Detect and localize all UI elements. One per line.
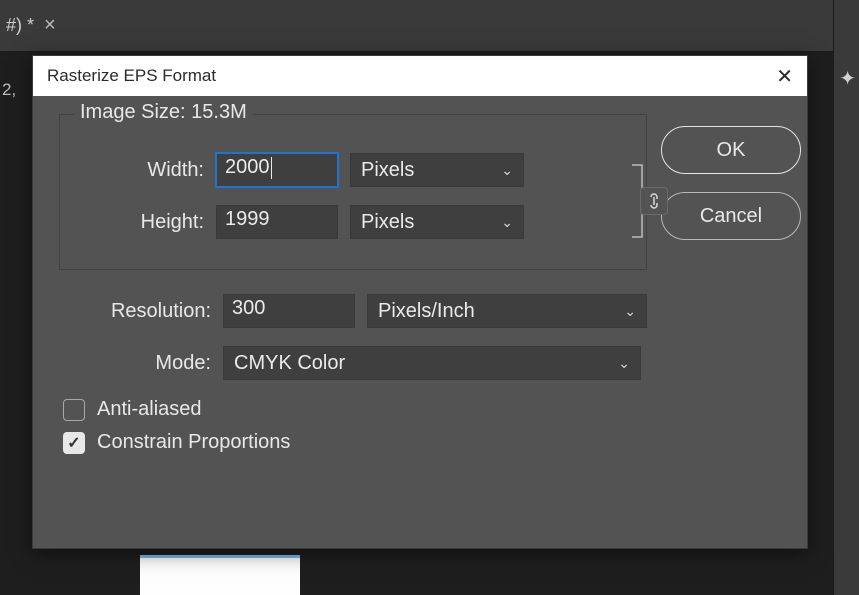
height-label: Height: — [78, 211, 204, 234]
mode-label: Mode: — [59, 352, 211, 375]
close-icon[interactable]: ✕ — [757, 64, 793, 89]
cancel-button[interactable]: Cancel — [661, 192, 801, 240]
canvas-fragment — [140, 555, 300, 595]
mode-select[interactable]: CMYK Color ⌄ — [223, 346, 641, 380]
resolution-label: Resolution: — [59, 300, 211, 323]
rasterize-dialog: Rasterize EPS Format ✕ Image Size: 15.3M… — [32, 55, 808, 549]
check-icon: ✓ — [67, 433, 80, 453]
image-size-group: Image Size: 15.3M Width: 2000 Pixels ⌄ H… — [59, 114, 647, 270]
resolution-input[interactable]: 300 — [223, 294, 355, 328]
width-unit-select[interactable]: Pixels ⌄ — [350, 153, 524, 187]
sparkle-icon[interactable]: ✦ — [839, 66, 856, 91]
resolution-unit-select[interactable]: Pixels/Inch ⌄ — [367, 294, 647, 328]
width-input[interactable]: 2000 — [216, 153, 338, 187]
right-toolbar: ✦ — [833, 0, 859, 595]
height-input[interactable]: 1999 — [216, 205, 338, 239]
constrain-checkbox-row[interactable]: ✓ Constrain Proportions — [63, 431, 647, 454]
chevron-down-icon: ⌄ — [501, 214, 513, 231]
dialog-titlebar: Rasterize EPS Format ✕ — [33, 56, 807, 96]
image-size-legend: Image Size: 15.3M — [74, 101, 253, 124]
document-tab[interactable]: #) * — [0, 15, 40, 36]
antialiased-checkbox-row[interactable]: Anti-aliased — [63, 398, 647, 421]
antialiased-label: Anti-aliased — [97, 398, 202, 421]
ruler-fragment: 2, — [2, 80, 16, 100]
antialiased-checkbox[interactable] — [63, 399, 85, 421]
tab-close-icon[interactable]: × — [44, 14, 56, 37]
constrain-checkbox[interactable]: ✓ — [63, 432, 85, 454]
dialog-title: Rasterize EPS Format — [47, 66, 216, 86]
constrain-label: Constrain Proportions — [97, 431, 290, 454]
width-label: Width: — [78, 159, 204, 182]
chevron-down-icon: ⌄ — [618, 355, 630, 372]
chevron-down-icon: ⌄ — [501, 162, 513, 179]
chevron-down-icon: ⌄ — [624, 303, 636, 320]
height-unit-select[interactable]: Pixels ⌄ — [350, 205, 524, 239]
ok-button[interactable]: OK — [661, 126, 801, 174]
tab-bar: #) * × — [0, 0, 859, 52]
link-icon[interactable] — [640, 187, 668, 215]
